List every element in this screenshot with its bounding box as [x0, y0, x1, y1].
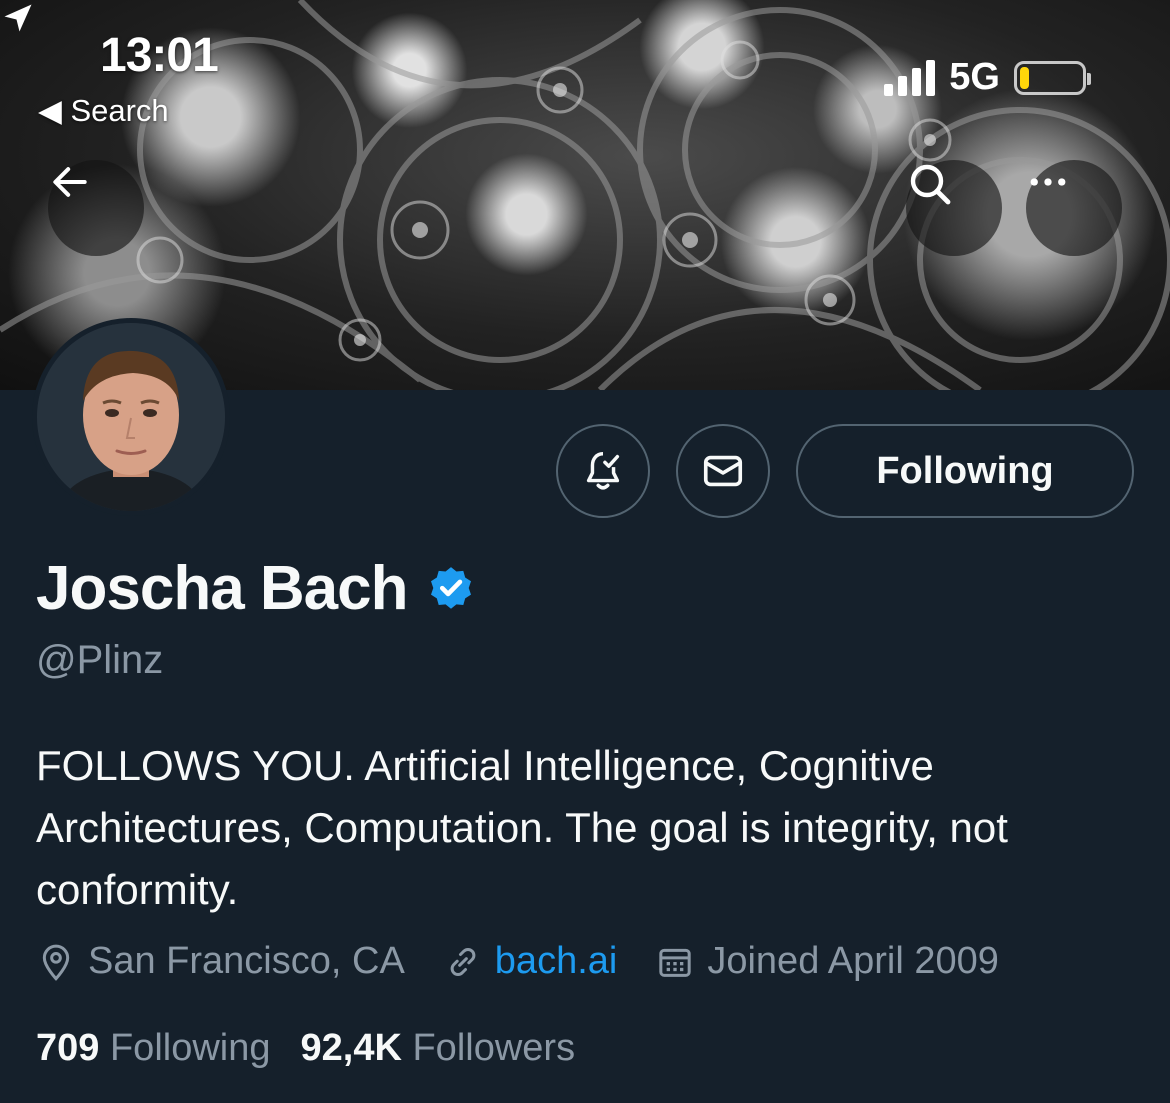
search-icon	[910, 164, 951, 205]
followers-stat[interactable]: 92,4K Followers	[301, 1027, 576, 1070]
profile-meta: San Francisco, CA bach.ai Joined April 2…	[36, 940, 1037, 983]
profile-bio: FOLLOWS YOU. Artificial Intelligence, Co…	[36, 742, 1008, 913]
message-button[interactable]	[676, 424, 770, 518]
link-icon	[450, 947, 476, 976]
arrow-left-icon	[53, 167, 87, 197]
signal-icon	[884, 59, 936, 96]
profile-stats: 709 Following 92,4K Followers	[36, 1027, 605, 1070]
envelope-icon	[703, 455, 743, 487]
search-button[interactable]	[906, 160, 1002, 256]
website-link[interactable]: bach.ai	[495, 940, 618, 983]
joined-text: Joined April 2009	[707, 940, 999, 982]
following-button[interactable]: Following	[796, 424, 1134, 518]
battery-level	[1020, 66, 1029, 89]
website-item[interactable]: bach.ai	[443, 940, 618, 983]
profile-name-row: Joscha Bach	[36, 553, 476, 624]
followers-label: Followers	[412, 1027, 576, 1069]
location-item: San Francisco, CA	[36, 940, 405, 983]
bell-check-icon	[586, 452, 620, 490]
status-time: 13:01	[100, 29, 219, 82]
avatar[interactable]	[32, 318, 230, 516]
display-name: Joscha Bach	[36, 554, 409, 623]
more-button[interactable]	[1026, 160, 1122, 256]
status-indicators: 5G	[884, 56, 1091, 99]
following-label: Following	[109, 1027, 271, 1069]
status-back-to-search[interactable]: ◀ Search	[38, 93, 169, 129]
back-button[interactable]	[48, 160, 144, 256]
profile-handle: @Plinz	[36, 638, 164, 682]
location-text: San Francisco, CA	[88, 940, 405, 982]
verified-badge-icon[interactable]	[426, 564, 476, 614]
calendar-icon	[659, 948, 692, 977]
battery-icon	[1014, 60, 1091, 95]
following-stat[interactable]: 709 Following	[36, 1027, 271, 1070]
joined-item: Joined April 2009	[655, 940, 999, 983]
following-count: 709	[36, 1027, 100, 1069]
location-arrow-icon	[4, 4, 32, 32]
notifications-button[interactable]	[556, 424, 650, 518]
more-icon	[1030, 178, 1066, 186]
avatar-portrait	[37, 323, 225, 511]
location-pin-icon	[42, 944, 70, 981]
followers-count: 92,4K	[300, 1027, 402, 1069]
network-type: 5G	[949, 56, 1000, 98]
avatar-photo	[37, 323, 225, 511]
